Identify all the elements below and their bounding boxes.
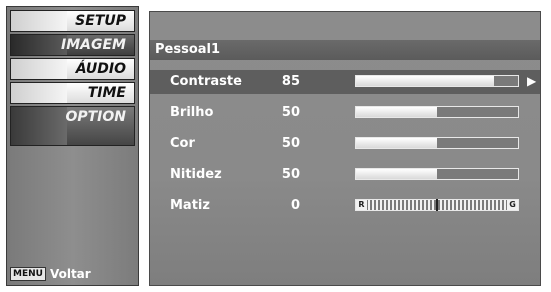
menu-item-option[interactable]: OPTION xyxy=(10,106,135,146)
menu-item-picture[interactable]: IMAGEM xyxy=(10,34,135,56)
setting-value: 50 xyxy=(281,136,300,151)
audio-icon xyxy=(11,59,67,79)
menu-item-label: ÁUDIO xyxy=(75,61,126,77)
tint-red-label: R xyxy=(356,200,367,210)
panel-title-bar: Pessoal1 xyxy=(150,40,540,60)
menu-item-label: SETUP xyxy=(75,13,126,29)
left-menu: SETUP IMAGEM ÁUDIO TIME OPTION MENU Volt… xyxy=(6,6,139,286)
right-arrow-icon: ▶ xyxy=(527,74,537,88)
setting-row-sharpness[interactable]: Nitidez 50 xyxy=(150,163,540,187)
setting-value: 50 xyxy=(281,105,300,120)
brightness-slider[interactable] xyxy=(355,106,519,118)
setting-row-contrast[interactable]: Contraste 85 ▶ xyxy=(150,70,540,94)
setting-row-brightness[interactable]: Brilho 50 xyxy=(150,101,540,125)
contrast-slider[interactable] xyxy=(355,75,519,87)
menu-item-audio[interactable]: ÁUDIO xyxy=(10,58,135,80)
setting-row-tint[interactable]: Matiz 0 R G xyxy=(150,194,540,218)
setting-row-color[interactable]: Cor 50 xyxy=(150,132,540,156)
setting-value: 0 xyxy=(290,198,300,213)
option-icon xyxy=(11,107,67,145)
setting-value: 50 xyxy=(281,167,300,182)
slider-fill xyxy=(356,169,437,179)
tint-green-label: G xyxy=(507,200,518,210)
slider-fill xyxy=(356,107,437,117)
menu-item-time[interactable]: TIME xyxy=(10,82,135,104)
setup-icon xyxy=(11,11,67,31)
menu-item-label: IMAGEM xyxy=(61,37,126,53)
setting-value: 85 xyxy=(281,74,300,89)
sharpness-slider[interactable] xyxy=(355,168,519,180)
slider-fill xyxy=(356,138,437,148)
back-label: Voltar xyxy=(49,267,91,281)
panel-title: Pessoal1 xyxy=(155,42,221,57)
picture-icon xyxy=(11,35,67,55)
setting-label: Contraste xyxy=(170,74,242,89)
menu-item-label: TIME xyxy=(87,85,126,101)
tint-slider[interactable]: R G xyxy=(355,199,519,211)
slider-fill xyxy=(356,76,494,86)
menu-key: MENU xyxy=(10,267,46,281)
setting-label: Cor xyxy=(170,136,195,151)
picture-settings-panel: Pessoal1 Contraste 85 ▶ Brilho 50 Cor 50… xyxy=(149,11,541,286)
menu-item-label: OPTION xyxy=(65,109,126,125)
tint-center-marker xyxy=(436,199,438,211)
menu-back-button[interactable]: MENU Voltar xyxy=(10,267,91,281)
setting-label: Brilho xyxy=(170,105,214,120)
setting-label: Matiz xyxy=(170,198,210,213)
menu-item-setup[interactable]: SETUP xyxy=(10,10,135,32)
setting-label: Nitidez xyxy=(170,167,222,182)
time-icon xyxy=(11,83,67,103)
color-slider[interactable] xyxy=(355,137,519,149)
